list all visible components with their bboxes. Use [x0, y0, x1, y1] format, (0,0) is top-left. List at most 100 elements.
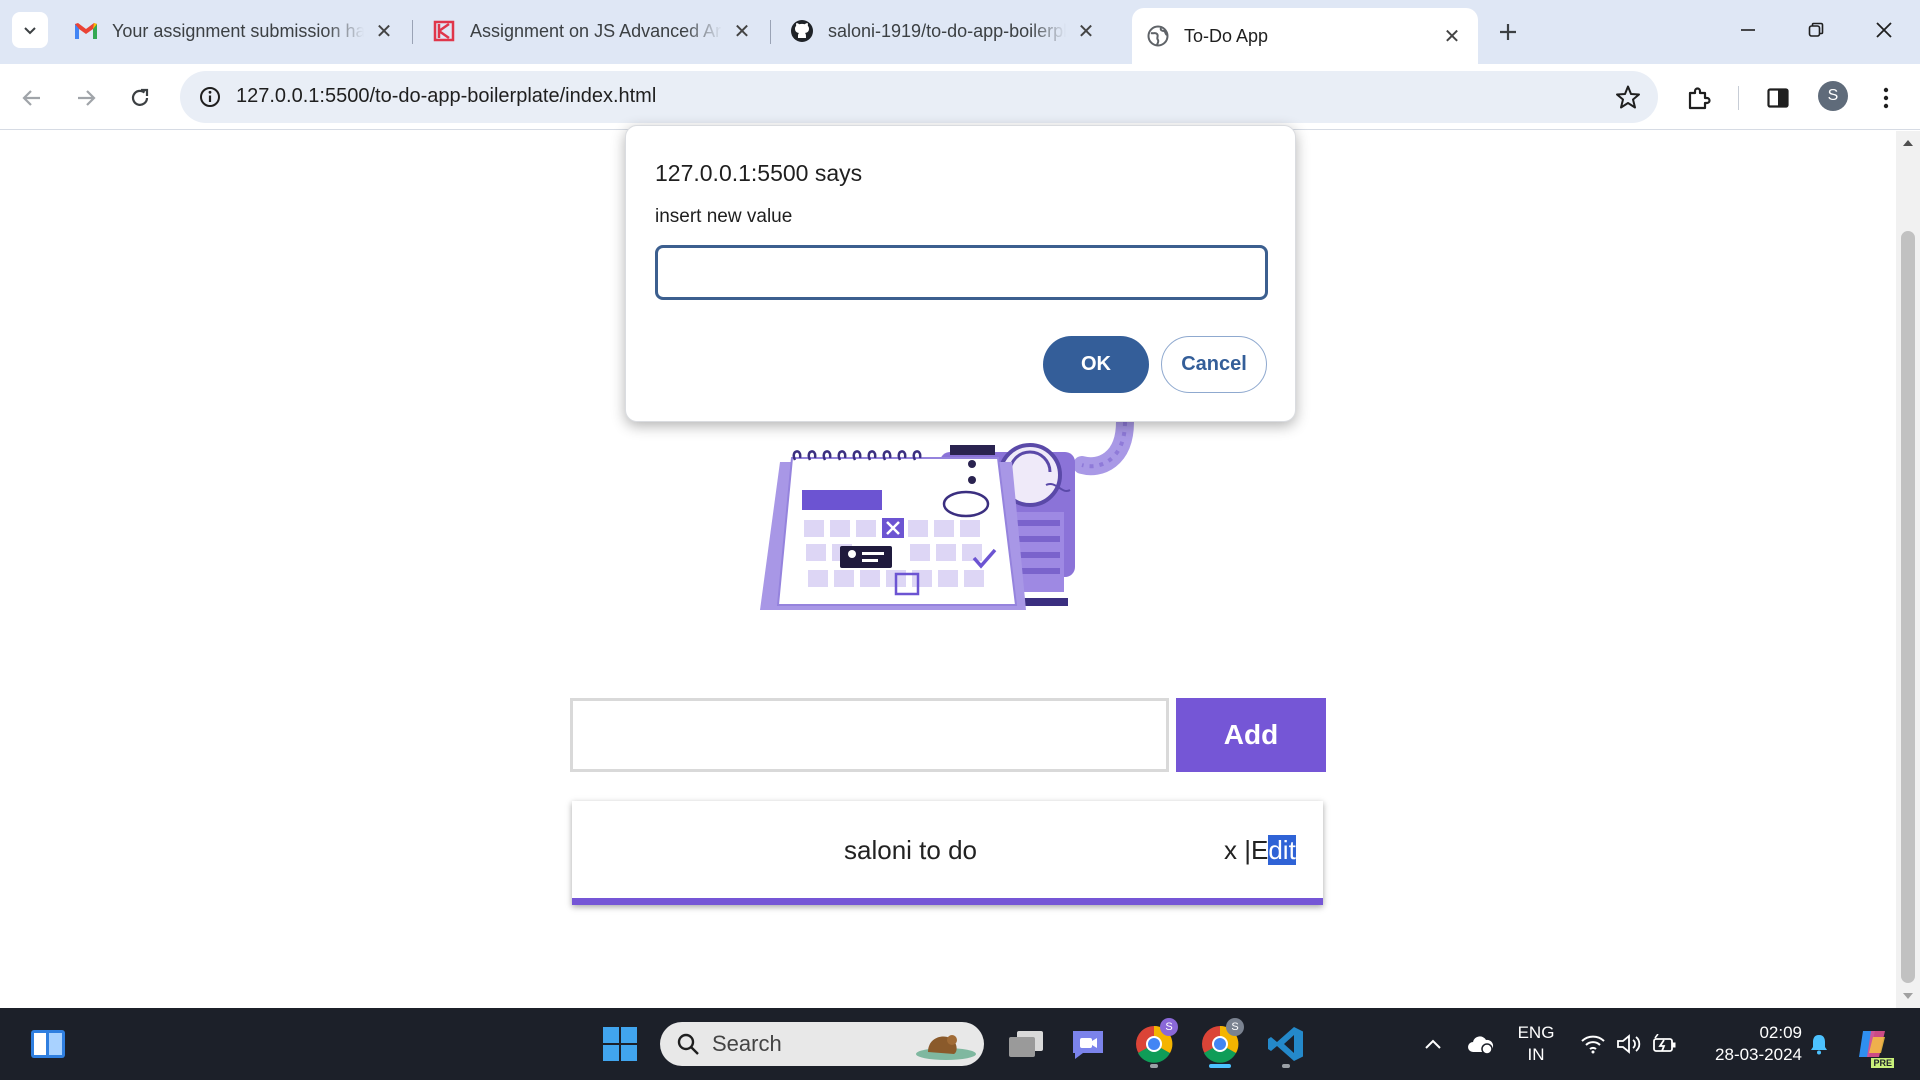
ok-button[interactable]: OK	[1043, 336, 1149, 393]
task-view-icon	[1009, 1031, 1043, 1057]
toolbar-divider	[1738, 86, 1739, 110]
wifi-tray[interactable]	[1576, 1008, 1610, 1080]
copilot-preview-badge: PRE	[1871, 1058, 1894, 1068]
close-icon[interactable]: ✕	[1074, 19, 1098, 43]
show-hidden-icons-button[interactable]	[1418, 1008, 1448, 1080]
page-scrollbar[interactable]	[1896, 131, 1920, 1008]
site-info-icon[interactable]	[192, 79, 228, 115]
tab-todo-app[interactable]: To-Do App ✕	[1132, 8, 1478, 64]
taskbar-file-explorer[interactable]	[1000, 1018, 1052, 1070]
reload-icon	[131, 88, 149, 106]
chevron-down-icon	[24, 27, 36, 35]
search-placeholder: Search	[712, 1031, 782, 1056]
taskbar-teams[interactable]	[1062, 1018, 1114, 1070]
edit-label-start: E	[1251, 835, 1269, 865]
bookmark-star-icon[interactable]	[1612, 81, 1644, 113]
region-code: IN	[1527, 1045, 1545, 1064]
copilot-button[interactable]: PRE	[1850, 1008, 1896, 1080]
widgets-button[interactable]	[22, 1018, 74, 1070]
edit-todo-button[interactable]: Edit	[1251, 835, 1296, 865]
reload-button[interactable]	[120, 78, 160, 118]
profile-avatar[interactable]: S	[1818, 81, 1848, 111]
taskbar-vscode[interactable]	[1260, 1018, 1312, 1070]
tab-title: saloni-1919/to-do-app-boilerpl	[828, 20, 1066, 41]
extensions-button[interactable]	[1683, 82, 1715, 114]
taskbar-search[interactable]: Search	[660, 1022, 984, 1066]
todo-item-text: saloni to do	[844, 835, 977, 865]
close-icon[interactable]: ✕	[372, 19, 396, 43]
globe-icon	[1146, 24, 1170, 48]
back-button[interactable]	[12, 78, 52, 118]
tab-title: Assignment on JS Advanced Ar	[470, 20, 722, 41]
browser-menu-button[interactable]	[1870, 82, 1902, 114]
running-indicator	[1282, 1064, 1290, 1068]
clock-time: 02:09	[1759, 1023, 1802, 1042]
restore-button[interactable]	[1782, 0, 1850, 60]
tab-divider	[412, 20, 413, 44]
windows-logo-icon	[603, 1027, 637, 1061]
bell-icon	[1811, 1035, 1827, 1055]
scroll-down-arrow-icon[interactable]	[1896, 988, 1920, 1004]
edit-label-selected: dit	[1268, 835, 1296, 865]
cloud-icon	[1468, 1036, 1494, 1054]
plus-icon	[1500, 24, 1516, 40]
tab-search-button[interactable]	[12, 12, 48, 48]
dialog-message: insert new value	[655, 206, 793, 227]
chat-icon	[1073, 1031, 1103, 1059]
chrome-profile-badge: S	[1226, 1018, 1244, 1036]
tab-strip: Your assignment submission ha ✕ Assignme…	[0, 0, 1920, 64]
delete-todo-button[interactable]: x	[1224, 835, 1237, 865]
tab-title: Your assignment submission ha	[112, 20, 364, 41]
tab-gmail[interactable]: Your assignment submission ha ✕	[60, 10, 410, 52]
todo-item-actions: x |Edit	[1224, 835, 1296, 866]
windows-taskbar: Search S S ENG IN 02:09 28-03-2024 PRE	[0, 1008, 1920, 1080]
onedrive-tray[interactable]	[1462, 1008, 1498, 1080]
close-window-button[interactable]	[1850, 0, 1918, 60]
dialog-input[interactable]	[655, 245, 1268, 300]
start-button[interactable]	[594, 1018, 646, 1070]
language-indicator[interactable]: ENG IN	[1514, 1022, 1558, 1066]
minimize-button[interactable]	[1714, 0, 1782, 60]
close-icon[interactable]: ✕	[1440, 24, 1464, 48]
todo-input[interactable]	[570, 698, 1169, 772]
notifications-button[interactable]	[1804, 1008, 1834, 1080]
dialog-title: 127.0.0.1:5500 says	[655, 160, 863, 186]
address-bar[interactable]: 127.0.0.1:5500/to-do-app-boilerplate/ind…	[180, 71, 1658, 123]
cancel-button[interactable]: Cancel	[1161, 336, 1267, 393]
url-text: 127.0.0.1:5500/to-do-app-boilerplate/ind…	[236, 85, 657, 107]
system-clock[interactable]: 02:09 28-03-2024	[1696, 1022, 1802, 1066]
battery-tray[interactable]	[1648, 1008, 1682, 1080]
forward-button[interactable]	[66, 78, 106, 118]
widgets-icon	[31, 1030, 65, 1058]
k-logo-icon	[432, 19, 456, 43]
todo-list-item: saloni to do x |Edit	[572, 801, 1323, 905]
search-icon	[677, 1033, 699, 1055]
taskbar-chrome-2[interactable]: S	[1194, 1018, 1246, 1070]
kebab-menu-icon	[1883, 87, 1889, 109]
browser-toolbar: 127.0.0.1:5500/to-do-app-boilerplate/ind…	[0, 64, 1920, 130]
add-button[interactable]: Add	[1176, 698, 1326, 772]
volume-tray[interactable]	[1612, 1008, 1646, 1080]
arrow-left-icon	[22, 90, 40, 106]
tab-assignment[interactable]: Assignment on JS Advanced Ar ✕	[418, 10, 768, 52]
tab-github[interactable]: saloni-1919/to-do-app-boilerpl ✕	[776, 10, 1112, 52]
side-panel-button[interactable]	[1762, 82, 1794, 114]
minimize-icon	[1741, 29, 1755, 31]
scrollbar-thumb[interactable]	[1901, 231, 1915, 983]
wifi-icon	[1581, 1035, 1605, 1054]
arrow-right-icon	[78, 90, 96, 106]
gmail-icon	[74, 19, 98, 43]
side-panel-icon	[1767, 88, 1789, 108]
prompt-dialog: 127.0.0.1:5500 says insert new value OK …	[625, 125, 1296, 422]
taskbar-chrome-1[interactable]: S	[1128, 1018, 1180, 1070]
tab-divider	[770, 20, 771, 44]
new-tab-button[interactable]	[1490, 14, 1526, 50]
tab-title: To-Do App	[1184, 25, 1269, 46]
chevron-up-icon	[1425, 1039, 1441, 1049]
running-indicator	[1150, 1064, 1158, 1068]
github-icon	[790, 19, 814, 43]
active-indicator	[1209, 1064, 1231, 1068]
close-icon[interactable]: ✕	[730, 19, 754, 43]
copilot-icon	[1859, 1031, 1885, 1057]
scroll-up-arrow-icon[interactable]	[1896, 135, 1920, 151]
